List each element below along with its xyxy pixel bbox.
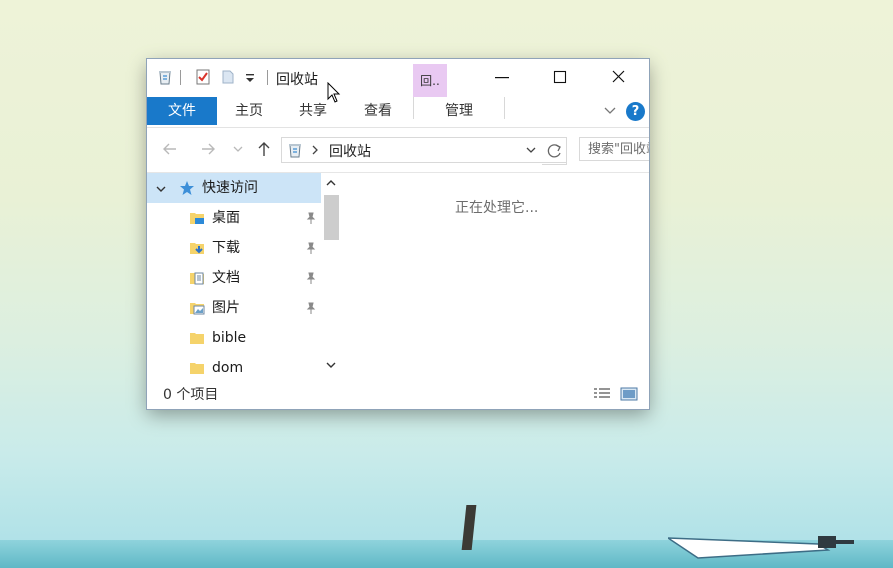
new-folder-icon[interactable] <box>220 69 236 85</box>
nav-item-label: 桌面 <box>212 210 240 226</box>
pin-icon[interactable] <box>304 211 318 225</box>
nav-item-documents[interactable]: 文档 <box>147 263 321 293</box>
processing-message: 正在处理它... <box>455 200 539 216</box>
refresh-button[interactable] <box>542 137 567 165</box>
nav-item-pictures[interactable]: 图片 <box>147 293 321 323</box>
item-count: 0 个项目 <box>163 387 219 403</box>
file-explorer-window: 回收站 回.. 文件 主页 共享 查看 管理 ? 回收站 搜索"回收 快速访问 … <box>147 59 649 409</box>
up-arrow-icon[interactable] <box>254 139 274 159</box>
recent-locations-chevron-icon[interactable] <box>231 139 245 159</box>
nav-item-desktop[interactable]: 桌面 <box>147 203 321 233</box>
star-icon <box>180 181 194 195</box>
scroll-down-arrow-icon[interactable] <box>325 359 337 371</box>
expand-chevron-icon[interactable] <box>155 183 167 195</box>
mouse-cursor-icon <box>327 82 341 103</box>
recycle-bin-icon <box>289 144 301 158</box>
minimize-button[interactable] <box>473 59 531 97</box>
address-dropdown-chevron-icon[interactable] <box>525 144 537 156</box>
nav-item-label: 图片 <box>212 300 240 316</box>
tab-manage[interactable]: 管理 <box>427 97 491 125</box>
ribbon-tabs: 文件 主页 共享 查看 管理 ? <box>147 97 649 128</box>
toolbar-separator <box>180 70 181 85</box>
folder-icon <box>190 333 204 344</box>
help-button[interactable]: ? <box>626 102 645 121</box>
recycle-bin-icon[interactable] <box>157 69 173 85</box>
documents-folder-icon <box>190 272 204 285</box>
toolbar-separator <box>267 70 268 85</box>
context-tab-header[interactable]: 回.. <box>413 64 447 97</box>
address-bar[interactable]: 回收站 <box>281 137 567 163</box>
address-path[interactable]: 回收站 <box>329 141 371 161</box>
details-view-icon[interactable] <box>593 386 611 402</box>
scroll-thumb[interactable] <box>324 195 339 240</box>
download-folder-icon <box>190 243 204 254</box>
nav-item-bible[interactable]: bible <box>147 323 321 353</box>
maximize-button[interactable] <box>531 59 589 97</box>
content-area[interactable]: 正在处理它... <box>342 173 649 378</box>
pin-icon[interactable] <box>304 271 318 285</box>
nav-item-label: dom <box>212 360 244 376</box>
desktop-boat <box>668 536 854 559</box>
status-bar: 0 个项目 <box>147 378 649 409</box>
nav-item-label: 下载 <box>212 240 240 256</box>
navigation-bar: 回收站 搜索"回收站" <box>147 128 649 173</box>
nav-item-dom[interactable]: dom <box>147 353 321 378</box>
tab-view[interactable]: 查看 <box>347 97 409 125</box>
desktop-folder-icon <box>190 213 204 224</box>
breadcrumb-chevron-icon[interactable] <box>310 144 320 156</box>
tab-file[interactable]: 文件 <box>147 97 217 125</box>
tab-home[interactable]: 主页 <box>219 97 279 125</box>
folder-icon <box>190 363 204 374</box>
window-title: 回收站 <box>276 72 318 88</box>
expand-ribbon-chevron-icon[interactable] <box>602 102 618 118</box>
nav-item-label: bible <box>212 330 247 346</box>
customize-dropdown-icon[interactable] <box>244 69 256 85</box>
back-arrow-icon[interactable] <box>160 139 180 159</box>
nav-item-quick-access[interactable]: 快速访问 <box>147 173 321 203</box>
search-input[interactable]: 搜索"回收站" <box>579 137 649 161</box>
large-icons-view-icon[interactable] <box>620 386 638 402</box>
nav-item-label: 文档 <box>212 270 240 286</box>
navigation-pane: 快速访问 桌面 下载 文档 图片 bible dom <box>147 173 342 378</box>
pictures-folder-icon <box>190 303 205 315</box>
properties-check-icon[interactable] <box>195 69 211 85</box>
pin-icon[interactable] <box>304 241 318 255</box>
pin-icon[interactable] <box>304 301 318 315</box>
ribbon-separator <box>413 97 414 119</box>
title-bar[interactable]: 回收站 回.. <box>147 59 649 97</box>
nav-item-downloads[interactable]: 下载 <box>147 233 321 263</box>
scroll-up-arrow-icon[interactable] <box>325 177 337 189</box>
close-button[interactable] <box>589 59 647 97</box>
nav-item-label: 快速访问 <box>202 180 258 196</box>
ribbon-separator <box>504 97 505 119</box>
nav-pane-scrollbar[interactable] <box>321 173 342 378</box>
forward-arrow-icon[interactable] <box>198 139 218 159</box>
